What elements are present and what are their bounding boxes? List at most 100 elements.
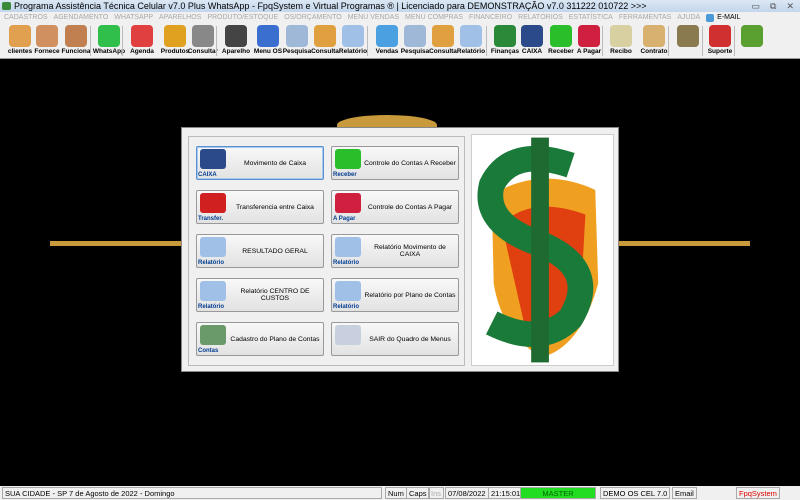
button-icon-label: Receber [333, 172, 357, 178]
email-icon [706, 13, 715, 22]
button-icon [335, 193, 361, 213]
button-icon-label: CAIXA [198, 172, 217, 178]
menu-item[interactable]: WHATSAPP [114, 12, 153, 23]
menu-bar: CADASTROS AGENDAMENTO WHATSAPP APARELHOS PRO… [0, 12, 800, 23]
status-ins: Ins [428, 487, 445, 499]
status-date: 07/08/2022 [445, 487, 489, 499]
status-user: MASTER [520, 487, 596, 499]
button-icon-label: A Pagar [333, 216, 356, 222]
toolbar-button-suporte[interactable]: Suporte [706, 24, 734, 58]
toolbar: clientes Fornece Funciona WhatsApp Agenda Pro… [0, 23, 800, 59]
status-version: DEMO OS CEL 7.0 [600, 487, 671, 499]
toolbar-button-relatório[interactable]: Relatório [339, 24, 367, 58]
button-icon-label: Transfer. [198, 216, 224, 222]
button-icon [335, 281, 361, 301]
toolbar-icon [610, 25, 632, 47]
toolbar-button-relatório[interactable]: Relatório [457, 24, 485, 58]
maximize-button[interactable]: ⧉ [770, 0, 776, 12]
menu-item[interactable]: FINANCEIRO [469, 12, 512, 23]
menu-item[interactable]: FERRAMENTAS [619, 12, 671, 23]
menu-item[interactable]: MENU VENDAS [348, 12, 399, 23]
menu-button-2[interactable]: Transfer. Transferencia entre Caixa [196, 190, 324, 224]
menu-button-6[interactable]: Relatório Relatório CENTRO DE CUSTOS [196, 278, 324, 312]
toolbar-button-a-pagar[interactable]: A Pagar [575, 24, 603, 58]
title-bar: Programa Assistência Técnica Celular v7.… [0, 0, 800, 12]
toolbar-button-contrato[interactable]: Contrato [640, 24, 668, 58]
toolbar-button-funciona[interactable]: Funciona [62, 24, 90, 58]
toolbar-icon [432, 25, 454, 47]
button-label: Transferencia entre Caixa [236, 203, 314, 211]
toolbar-separator [486, 26, 487, 56]
status-caps: Caps [406, 487, 430, 499]
toolbar-button-agenda[interactable]: Agenda [128, 24, 156, 58]
toolbar-icon [521, 25, 543, 47]
button-icon [200, 237, 226, 257]
toolbar-icon [404, 25, 426, 47]
toolbar-icon [286, 25, 308, 47]
status-email[interactable]: Email [672, 487, 697, 499]
toolbar-icon [225, 25, 247, 47]
menu-item[interactable]: RELATÓRIOS [518, 12, 563, 23]
menu-button-9[interactable]: SAIR do Quadro de Menus [331, 322, 459, 356]
toolbar-button-recibo[interactable]: Recibo [607, 24, 635, 58]
menu-button-7[interactable]: Relatório Relatório por Plano de Contas [331, 278, 459, 312]
menu-item-email[interactable]: E-MAIL [706, 12, 741, 23]
toolbar-icon [192, 25, 214, 47]
close-button[interactable]: ✕ [786, 0, 794, 12]
menu-button-3[interactable]: A Pagar Controle do Contas A Pagar [331, 190, 459, 224]
button-icon [335, 237, 361, 257]
toolbar-button-item22[interactable] [674, 24, 702, 58]
menu-item[interactable]: MENU COMPRAS [405, 12, 463, 23]
toolbar-button-aparelho[interactable]: Aparelho [222, 24, 250, 58]
status-location: SUA CIDADE - SP 7 de Agosto de 2022 - Do… [2, 487, 382, 499]
button-label: Movimento de Caixa [244, 159, 306, 167]
status-num: Num [385, 487, 407, 499]
toolbar-separator [90, 26, 91, 56]
button-icon [200, 325, 226, 345]
toolbar-icon [643, 25, 665, 47]
toolbar-separator [602, 26, 603, 56]
button-icon-label: Contas [198, 348, 219, 354]
menu-item[interactable]: AGENDAMENTO [54, 12, 109, 23]
toolbar-icon [36, 25, 58, 47]
menu-item[interactable]: PRODUTO/ESTOQUE [207, 12, 278, 23]
menu-button-5[interactable]: Relatório Relatório Movimento de CAIXA [331, 234, 459, 268]
toolbar-icon [494, 25, 516, 47]
toolbar-separator [734, 26, 735, 56]
toolbar-separator [367, 26, 368, 56]
button-icon [335, 149, 361, 169]
menu-button-8[interactable]: Contas Cadastro do Plano de Contas [196, 322, 324, 356]
button-label: Controle do Contas A Pagar [367, 203, 453, 211]
toolbar-button-item24[interactable] [738, 24, 766, 58]
minimize-button[interactable]: ▭ [752, 0, 761, 12]
button-icon-label: Relatório [333, 304, 360, 310]
button-label: Relatório por Plano de Contas [364, 291, 456, 299]
menu-item[interactable]: ESTATÍSTICA [569, 12, 613, 23]
menu-button-4[interactable]: Relatório RESULTADO GERAL [196, 234, 324, 268]
button-icon [200, 281, 226, 301]
toolbar-icon [131, 25, 153, 47]
menu-button-1[interactable]: Receber Controle do Contas A Receber [331, 146, 459, 180]
button-icon-label: Relatório [333, 260, 360, 266]
menu-item[interactable]: APARELHOS [159, 12, 201, 23]
button-label: SAIR do Quadro de Menus [369, 335, 451, 343]
status-time: 21:15:01 [488, 487, 524, 499]
toolbar-icon [342, 25, 364, 47]
menu-item[interactable]: OS/ORÇAMENTO [284, 12, 341, 23]
toolbar-icon [98, 25, 120, 47]
toolbar-icon [550, 25, 572, 47]
window-title: Programa Assistência Técnica Celular v7.… [14, 1, 647, 11]
menu-item[interactable]: AJUDA [677, 12, 700, 23]
buttons-panel: CAIXA Movimento de Caixa Receber Controle d… [188, 136, 465, 366]
menu-button-0[interactable]: CAIXA Movimento de Caixa [196, 146, 324, 180]
toolbar-button-consultar[interactable]: Consultar [188, 24, 218, 58]
toolbar-separator [216, 26, 217, 56]
toolbar-icon [257, 25, 279, 47]
toolbar-button-whatsapp[interactable]: WhatsApp [93, 24, 125, 58]
menu-item[interactable]: CADASTROS [4, 12, 48, 23]
toolbar-icon [9, 25, 31, 47]
button-label: Relatório CENTRO DE CUSTOS [240, 288, 310, 302]
toolbar-separator [668, 26, 669, 56]
toolbar-icon [709, 25, 731, 47]
app-icon [2, 2, 11, 10]
